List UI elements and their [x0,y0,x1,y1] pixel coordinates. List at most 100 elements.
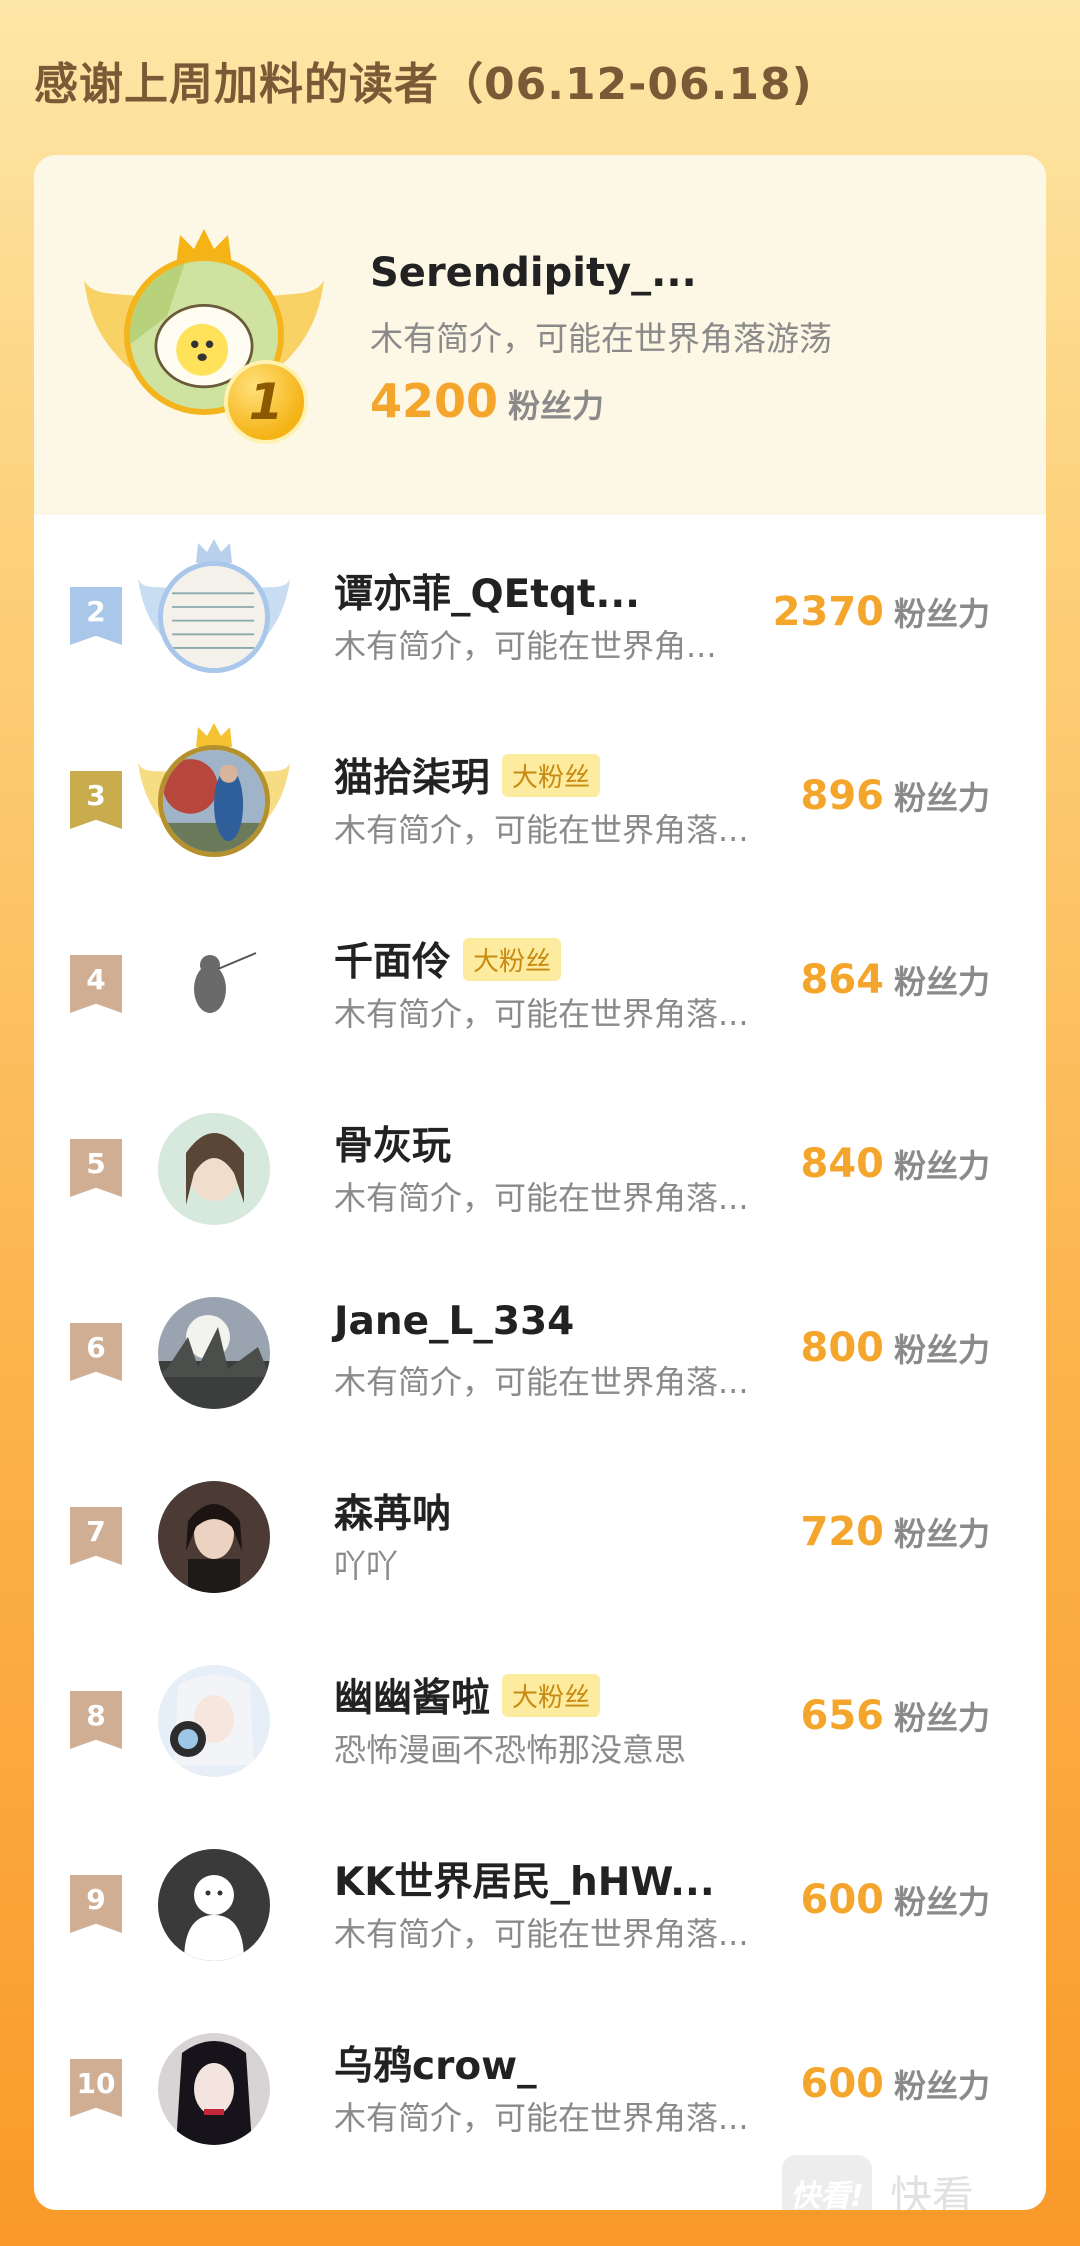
name-line: 森苒呐 [334,1483,451,1539]
score-value: 864 [800,957,884,1003]
score-value: 840 [800,1141,884,1187]
avatar[interactable] [158,2033,270,2145]
name-line: 谭亦菲_QEtqt... [334,563,640,619]
fan-power-score: 896 粉丝力 [800,773,990,819]
avatar[interactable] [158,929,270,1041]
list-item[interactable]: 10 乌鸦crow_ 木有简介，可能在世界角落... 600 粉丝力 [34,1993,1046,2177]
rank-flag: 8 [70,1691,122,1749]
user-bio: 木有简介，可能在世界角落... [334,1915,749,1953]
user-bio: 恐怖漫画不恐怖那没意思 [334,1731,687,1769]
score-value: 896 [800,773,884,819]
user-bio: 木有简介，可能在世界角落游荡 [370,319,832,358]
list-item[interactable]: 5 骨灰玩木有简介，可能在世界角落... 840 粉丝力 [34,1073,1046,1257]
rank-flag: 9 [70,1875,122,1933]
name-line: 乌鸦crow_ [334,2035,537,2091]
rank-flag: 10 [70,2059,122,2117]
kuaikan-logo-icon: 快看! [782,2155,872,2210]
score-label: 粉丝力 [893,1331,990,1369]
score-label: 粉丝力 [508,387,605,425]
fan-power-score: 864 粉丝力 [800,957,990,1003]
list-item[interactable]: 3 猫拾柒玥 大粉丝 木有简介，可能在世界角落... 896 粉丝力 [34,705,1046,889]
score-label: 粉丝力 [893,1883,990,1921]
leaderboard-card: 1 Serendipity_... 木有简介，可能在世界角落游荡 4200 粉丝力… [34,155,1046,2210]
name-line: 猫拾柒玥 大粉丝 [334,747,601,803]
list-item[interactable]: 4 千面伶 大粉丝木有简介，可能在世界角落... 864 粉丝力 [34,889,1046,1073]
user-name[interactable]: KK世界居民_hHW... [334,1851,715,1907]
rank-flag: 5 [70,1139,122,1197]
user-name[interactable]: 猫拾柒玥 [334,747,490,803]
name-line: 幽幽酱啦 大粉丝 [334,1667,601,1723]
fan-power-score: 840 粉丝力 [800,1141,990,1187]
avatar[interactable] [158,1849,270,1961]
user-bio: 木有简介，可能在世界角落... [334,1179,749,1217]
score-value: 2370 [772,589,884,635]
fan-power-score: 2370 粉丝力 [773,589,990,635]
rank-flag: 4 [70,955,122,1013]
rank-1-badge: 1 [224,360,308,444]
score-label: 粉丝力 [893,963,990,1001]
fan-power-score: 720 粉丝力 [800,1509,990,1555]
page-title: 感谢上周加料的读者（06.12-06.18) [34,59,813,110]
rank-flag: 2 [70,587,122,645]
avatar[interactable] [158,745,270,857]
user-name[interactable]: 乌鸦crow_ [334,2035,537,2091]
score-value: 656 [800,1693,884,1739]
rank-flag: 6 [70,1323,122,1381]
avatar[interactable] [158,1297,270,1409]
fan-power-score: 600 粉丝力 [800,1877,990,1923]
avatar[interactable] [158,1665,270,1777]
user-name[interactable]: 幽幽酱啦 [334,1667,490,1723]
first-place-section[interactable]: 1 Serendipity_... 木有简介，可能在世界角落游荡 4200 粉丝力 [34,155,1046,515]
user-name[interactable]: 千面伶 [334,931,451,987]
fan-power-score: 800 粉丝力 [800,1325,990,1371]
big-fan-badge: 大粉丝 [502,753,601,797]
avatar-frame [144,2021,284,2151]
user-bio: 木有简介，可能在世界角落... [334,995,749,1033]
avatar-frame [144,1653,284,1783]
fan-power-score: 4200 粉丝力 [370,374,832,428]
score-value: 4200 [370,374,499,428]
user-bio: 吖吖 [334,1547,399,1585]
list-item[interactable]: 2 谭亦菲_QEtqt... 木有简介，可能在世界角... 2370 粉丝力 [34,521,1046,705]
list-item[interactable]: 8 幽幽酱啦 大粉丝恐怖漫画不恐怖那没意思 656 粉丝力 [34,1625,1046,1809]
user-bio: 木有简介，可能在世界角落... [334,2099,749,2137]
big-fan-badge: 大粉丝 [502,1673,601,1717]
score-label: 粉丝力 [893,1699,990,1737]
list-item[interactable]: 6 Jane_L_334 木有简介，可能在世界角落... 800 粉丝力 [34,1257,1046,1441]
user-name[interactable]: 森苒呐 [334,1483,451,1539]
avatar[interactable] [158,561,270,673]
avatar-frame [138,539,290,679]
fan-power-score: 600 粉丝力 [800,2061,990,2107]
first-place-avatar-frame: 1 [84,225,324,445]
first-place-info: Serendipity_... 木有简介，可能在世界角落游荡 4200 粉丝力 [370,250,832,428]
list-item[interactable]: 7 森苒呐吖吖 720 粉丝力 [34,1441,1046,1625]
avatar-frame [144,917,284,1047]
score-label: 粉丝力 [893,1147,990,1185]
name-line: 千面伶 大粉丝 [334,931,562,987]
user-bio: 木有简介，可能在世界角落... [334,811,749,849]
score-value: 800 [800,1325,884,1371]
score-value: 720 [800,1509,884,1555]
avatar-frame [144,1469,284,1599]
score-value: 600 [800,1877,884,1923]
score-label: 粉丝力 [893,595,990,633]
user-bio: 木有简介，可能在世界角... [334,627,717,665]
rank-flag: 7 [70,1507,122,1565]
list-item[interactable]: 9 KK世界居民_hHW... 木有简介，可能在世界角落... 600 粉丝力 [34,1809,1046,1993]
user-bio: 木有简介，可能在世界角落... [334,1363,749,1401]
name-line: 骨灰玩 [334,1115,451,1171]
avatar[interactable] [158,1481,270,1593]
score-label: 粉丝力 [893,1515,990,1553]
user-name[interactable]: 骨灰玩 [334,1115,451,1171]
name-line: KK世界居民_hHW... [334,1851,715,1907]
avatar-frame [144,1285,284,1415]
user-name[interactable]: Jane_L_334 [334,1299,574,1344]
score-label: 粉丝力 [893,779,990,817]
score-label: 粉丝力 [893,2067,990,2105]
avatar[interactable] [158,1113,270,1225]
watermark-text: 快看 [890,2171,975,2211]
fan-power-score: 656 粉丝力 [800,1693,990,1739]
user-name[interactable]: Serendipity_... [370,250,832,296]
avatar-frame [138,723,290,863]
user-name[interactable]: 谭亦菲_QEtqt... [334,563,640,619]
